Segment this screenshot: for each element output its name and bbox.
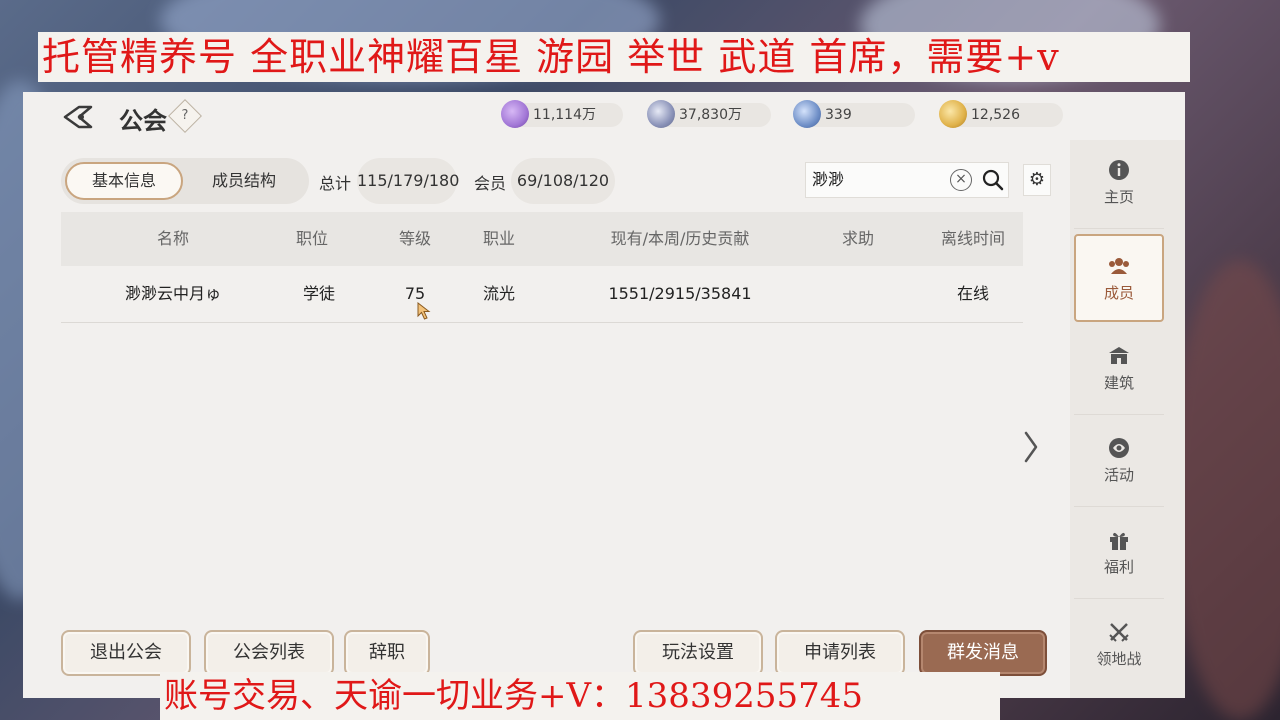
member-value: 69/108/120	[511, 158, 615, 204]
resign-button[interactable]: 辞职	[344, 630, 430, 676]
gift-icon	[1110, 532, 1128, 550]
table-header: 名称 职位 等级 职业 现有/本周/历史贡献 求助 离线时间	[61, 212, 1023, 266]
page-title: 公会	[119, 107, 167, 135]
tab-member-structure[interactable]: 成员结构	[185, 162, 303, 200]
silver-coin-icon	[647, 100, 675, 128]
gold-coin-icon	[939, 100, 967, 128]
promo-banner-bottom: 账号交易、天谕一切业务+V：13839255745	[160, 672, 1000, 720]
col-class: 职业	[482, 229, 516, 248]
sidebar-item-territory-war[interactable]: 领地战	[1074, 602, 1164, 690]
resource-gold: 12,526	[939, 100, 1063, 128]
sidebar-item-members[interactable]: 成员	[1074, 234, 1164, 322]
col-level: 等级	[398, 229, 432, 248]
members-icon	[1109, 258, 1129, 274]
table-row[interactable]: 渺渺云中月ゅ 学徒 75 流光 1551/2915/35841 在线	[61, 266, 1023, 323]
total-value: 115/179/180	[357, 158, 459, 204]
side-nav: 主页 成员 建筑 活动 福利 领地战	[1070, 140, 1185, 698]
activity-icon	[1109, 438, 1129, 458]
mouse-cursor-icon	[417, 302, 431, 320]
sidebar-item-activity[interactable]: 活动	[1074, 418, 1164, 507]
member-label: 会员	[474, 174, 507, 193]
member-contribution: 1551/2915/35841	[608, 284, 752, 303]
back-arrow-icon[interactable]	[61, 104, 95, 130]
clear-icon[interactable]: ×	[950, 169, 972, 191]
building-icon	[1109, 347, 1129, 364]
search-icon[interactable]	[978, 165, 1008, 195]
col-offline: 离线时间	[940, 229, 1006, 248]
col-contribution: 现有/本周/历史贡献	[610, 229, 750, 248]
resource-gem: 339	[793, 100, 915, 128]
purple-crystal-icon	[501, 100, 529, 128]
info-tabs: 基本信息 成员结构	[61, 158, 309, 204]
sidebar-item-home[interactable]: 主页	[1074, 140, 1164, 229]
blue-gem-icon	[793, 100, 821, 128]
info-icon	[1109, 160, 1129, 180]
resource-crystal: 11,114万	[501, 100, 623, 128]
apply-list-button[interactable]: 申请列表	[775, 630, 905, 676]
resource-silver: 37,830万	[647, 100, 771, 128]
member-position: 学徒	[302, 284, 336, 303]
member-search: 渺渺 ×	[805, 162, 1009, 198]
member-offline: 在线	[956, 284, 990, 303]
tab-basic-info[interactable]: 基本信息	[65, 162, 183, 200]
member-class: 流光	[482, 284, 516, 303]
chevron-right-icon[interactable]	[1023, 430, 1039, 464]
promo-banner-top: 托管精养号 全职业神耀百星 游园 举世 武道 首席，需要+v	[38, 32, 1190, 82]
search-input[interactable]: 渺渺	[812, 163, 844, 197]
broadcast-message-button[interactable]: 群发消息	[919, 630, 1047, 676]
sidebar-item-building[interactable]: 建筑	[1074, 326, 1164, 415]
play-settings-button[interactable]: 玩法设置	[633, 630, 763, 676]
help-icon[interactable]: ?	[168, 99, 202, 133]
col-name: 名称	[156, 229, 190, 248]
gear-icon[interactable]: ⚙	[1023, 164, 1051, 196]
background-art	[1170, 260, 1280, 720]
col-help: 求助	[841, 229, 875, 248]
guild-list-button[interactable]: 公会列表	[204, 630, 334, 676]
guild-panel: 公会 ? 11,114万 37,830万 339 12,526 基本信息 成员结…	[23, 92, 1185, 698]
member-name: 渺渺云中月ゅ	[124, 284, 222, 303]
panel-header: 公会 ? 11,114万 37,830万 339 12,526	[23, 92, 1185, 140]
total-label: 总计	[319, 174, 352, 193]
crossed-swords-icon	[1109, 623, 1129, 642]
quit-guild-button[interactable]: 退出公会	[61, 630, 191, 676]
sidebar-item-welfare[interactable]: 福利	[1074, 510, 1164, 599]
col-position: 职位	[295, 229, 329, 248]
